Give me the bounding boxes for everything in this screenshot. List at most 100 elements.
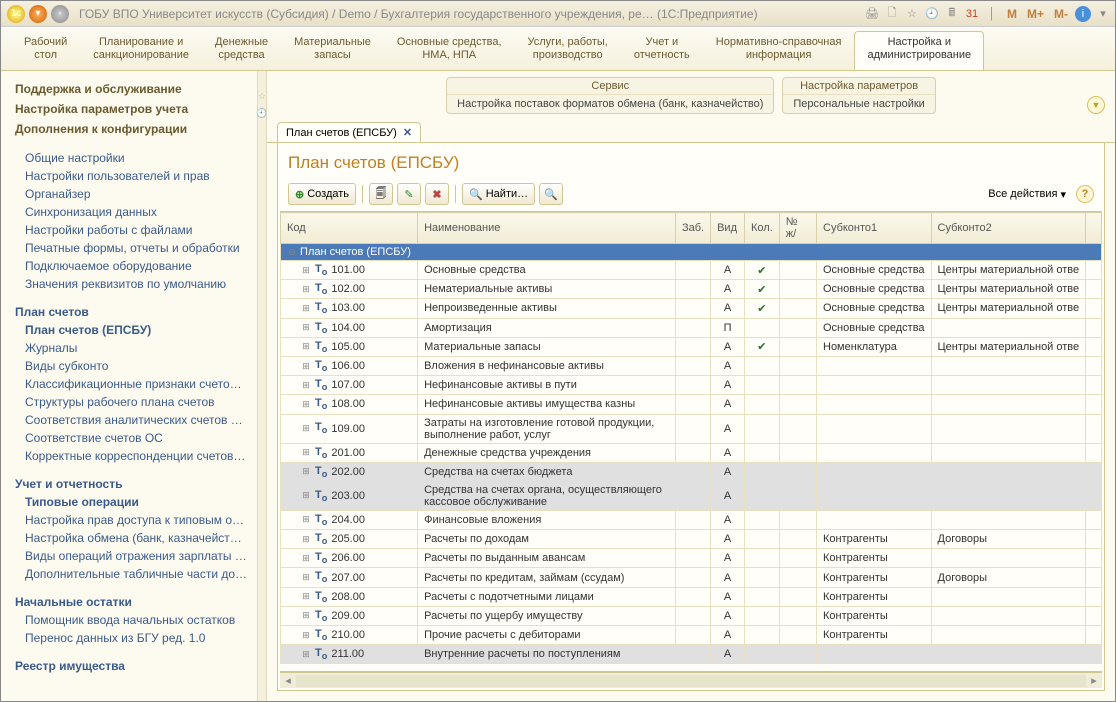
column-header[interactable]: Заб. xyxy=(675,213,710,244)
help-icon[interactable]: ? xyxy=(1076,185,1094,203)
calendar-icon[interactable]: 31 xyxy=(964,6,980,22)
service-box-left[interactable]: Сервис Настройка поставок форматов обмен… xyxy=(446,77,774,114)
table-row[interactable]: ⊞Tо105.00Материальные запасыА✔Номенклату… xyxy=(281,337,1102,356)
sidebar-link[interactable]: Помощник ввода начальных остатков xyxy=(15,611,253,629)
dropdown-icon[interactable]: ▾ xyxy=(1095,6,1111,22)
splitter[interactable]: ☆ 🕘 xyxy=(257,71,267,701)
sidebar-link[interactable]: Классификационные признаки счето… xyxy=(15,375,253,393)
scroll-left-icon[interactable]: ◂ xyxy=(280,674,296,687)
sidebar-link[interactable]: Подключаемое оборудование xyxy=(15,257,253,275)
column-header[interactable]: Кол. xyxy=(745,213,780,244)
table-row[interactable]: ⊞Tо209.00Расчеты по ущербу имуществуАКон… xyxy=(281,606,1102,625)
preview-icon[interactable]: 🗋 xyxy=(884,6,900,22)
app-icon[interactable]: 1c xyxy=(7,5,25,23)
scroll-right-icon[interactable]: ▸ xyxy=(1086,674,1102,687)
line-icon[interactable]: │ xyxy=(984,6,1000,22)
copy-button[interactable]: 🗐 xyxy=(369,183,393,205)
table-row[interactable]: ⊞Tо207.00Расчеты по кредитам, займам (сс… xyxy=(281,568,1102,587)
service-box-right[interactable]: Настройка параметров Персональные настро… xyxy=(782,77,935,114)
sidebar-link[interactable]: Виды субконто xyxy=(15,357,253,375)
column-header[interactable]: Субконто2 xyxy=(931,213,1086,244)
table-row[interactable]: ⊞Tо208.00Расчеты с подотчетными лицамиАК… xyxy=(281,587,1102,606)
sidebar-link[interactable]: Соответствие счетов ОС xyxy=(15,429,253,447)
sidebar-link[interactable]: Дополнительные табличные части до… xyxy=(15,565,253,583)
sidebar-link[interactable]: Соответствия аналитических счетов … xyxy=(15,411,253,429)
table-row[interactable]: ⊞Tо104.00АмортизацияПОсновные средства xyxy=(281,318,1102,337)
favorite-icon[interactable]: ☆ xyxy=(904,6,920,22)
window-min-icon[interactable]: ▾ xyxy=(29,5,47,23)
table-row[interactable]: ⊞Tо101.00Основные средстваА✔Основные сре… xyxy=(281,261,1102,280)
sidebar-link[interactable]: Настройки пользователей и прав xyxy=(15,167,253,185)
nav-tab-8[interactable]: Настройка иадминистрирование xyxy=(854,31,984,70)
close-tab-icon[interactable]: ✕ xyxy=(403,126,412,139)
nav-tab-0[interactable]: Рабочийстол xyxy=(11,31,80,70)
memory-mminus[interactable]: M- xyxy=(1051,6,1071,22)
data-grid[interactable]: КодНаименованиеЗаб.ВидКол.№ ж/Субконто1С… xyxy=(280,211,1102,672)
document-tab[interactable]: План счетов (ЕПСБУ) ✕ xyxy=(277,122,421,142)
edit-button[interactable]: ✎ xyxy=(397,183,421,205)
group-header-row[interactable]: ⊖ План счетов (ЕПСБУ) xyxy=(281,244,1102,261)
all-actions-button[interactable]: Все действия▾ xyxy=(982,183,1072,205)
table-row[interactable]: ⊞Tо102.00Нематериальные активыА✔Основные… xyxy=(281,280,1102,299)
memory-mplus[interactable]: M+ xyxy=(1024,6,1047,22)
sidebar-link[interactable]: Синхронизация данных xyxy=(15,203,253,221)
table-row[interactable]: ⊞Tо211.00Внутренние расчеты по поступлен… xyxy=(281,645,1102,664)
table-row[interactable]: ⊞Tо106.00Вложения в нефинансовые активыА xyxy=(281,356,1102,375)
sidebar-link[interactable]: Журналы xyxy=(15,339,253,357)
collapse-panel-icon[interactable]: ▼ xyxy=(1087,96,1105,114)
nav-tab-6[interactable]: Учет иотчетность xyxy=(621,31,703,70)
table-row[interactable]: ⊞Tо202.00Средства на счетах бюджетаА xyxy=(281,462,1102,481)
table-row[interactable]: ⊞Tо203.00Средства на счетах органа, осущ… xyxy=(281,481,1102,510)
sidebar-link[interactable]: Настройка обмена (банк, казначейст… xyxy=(15,529,253,547)
side-addons[interactable]: Дополнения к конфигурации xyxy=(15,119,253,139)
sidebar-link[interactable]: Виды операций отражения зарплаты … xyxy=(15,547,253,565)
clear-find-button[interactable]: 🔍 xyxy=(539,183,563,205)
table-row[interactable]: ⊞Tо205.00Расчеты по доходамАКонтрагентыД… xyxy=(281,530,1102,549)
table-row[interactable]: ⊞Tо107.00Нефинансовые активы в путиА xyxy=(281,376,1102,395)
nav-tab-7[interactable]: Нормативно-справочнаяинформация xyxy=(703,31,855,70)
history-icon[interactable]: 🕘 xyxy=(924,6,940,22)
table-row[interactable]: ⊞Tо109.00Затраты на изготовление готовой… xyxy=(281,414,1102,443)
table-row[interactable]: ⊞Tо204.00Финансовые вложенияА xyxy=(281,510,1102,529)
sidebar-link[interactable]: План счетов (ЕПСБУ) xyxy=(15,321,253,339)
sidebar-link[interactable]: Настройка прав доступа к типовым о… xyxy=(15,511,253,529)
nav-tab-5[interactable]: Услуги, работы,производство xyxy=(515,31,621,70)
create-button[interactable]: ⊕Создать xyxy=(288,183,356,205)
nav-tab-1[interactable]: Планирование исанкционирование xyxy=(80,31,202,70)
sidebar-link[interactable]: Значения реквизитов по умолчанию xyxy=(15,275,253,293)
sidebar-link[interactable]: Печатные формы, отчеты и обработки xyxy=(15,239,253,257)
sidebar-link[interactable]: Перенос данных из БГУ ред. 1.0 xyxy=(15,629,253,647)
sidebar-link[interactable]: Общие настройки xyxy=(15,149,253,167)
column-header[interactable]: Наименование xyxy=(418,213,676,244)
nav-tab-4[interactable]: Основные средства,НМА, НПА xyxy=(384,31,515,70)
sidebar-link[interactable]: Органайзер xyxy=(15,185,253,203)
side-header-registry[interactable]: Реестр имущества xyxy=(15,657,253,675)
sidebar-link[interactable]: Настройки работы с файлами xyxy=(15,221,253,239)
sidebar-link[interactable]: Корректные корреспонденции счетов… xyxy=(15,447,253,465)
find-button[interactable]: 🔍Найти… xyxy=(462,183,535,205)
print-icon[interactable]: 🖨 xyxy=(864,6,880,22)
side-params[interactable]: Настройка параметров учета xyxy=(15,99,253,119)
delete-button[interactable]: ✖ xyxy=(425,183,449,205)
calc-icon[interactable]: 🖩 xyxy=(944,6,960,22)
nav-tab-2[interactable]: Денежныесредства xyxy=(202,31,281,70)
table-row[interactable]: ⊞Tо108.00Нефинансовые активы имущества к… xyxy=(281,395,1102,414)
nav-tab-3[interactable]: Материальныезапасы xyxy=(281,31,384,70)
column-header[interactable]: Вид xyxy=(711,213,745,244)
column-header[interactable]: Код xyxy=(281,213,418,244)
info-icon[interactable]: i xyxy=(1075,6,1091,22)
side-header-accounts[interactable]: План счетов xyxy=(15,303,253,321)
table-row[interactable]: ⊞Tо103.00Непроизведенные активыА✔Основны… xyxy=(281,299,1102,318)
table-row[interactable]: ⊞Tо206.00Расчеты по выданным авансамАКон… xyxy=(281,549,1102,568)
side-header-initial[interactable]: Начальные остатки xyxy=(15,593,253,611)
table-row[interactable]: ⊞Tо210.00Прочие расчеты с дебиторамиАКон… xyxy=(281,626,1102,645)
sidebar-link[interactable]: Типовые операции xyxy=(15,493,253,511)
window-max-icon[interactable]: ◦ xyxy=(51,5,69,23)
column-header[interactable]: Субконто1 xyxy=(817,213,932,244)
sidebar-link[interactable]: Структуры рабочего плана счетов xyxy=(15,393,253,411)
horizontal-scrollbar[interactable]: ◂ ▸ xyxy=(280,672,1102,688)
side-support[interactable]: Поддержка и обслуживание xyxy=(15,79,253,99)
side-header-reporting[interactable]: Учет и отчетность xyxy=(15,475,253,493)
column-header[interactable]: № ж/ xyxy=(779,213,816,244)
memory-m[interactable]: M xyxy=(1004,6,1020,22)
